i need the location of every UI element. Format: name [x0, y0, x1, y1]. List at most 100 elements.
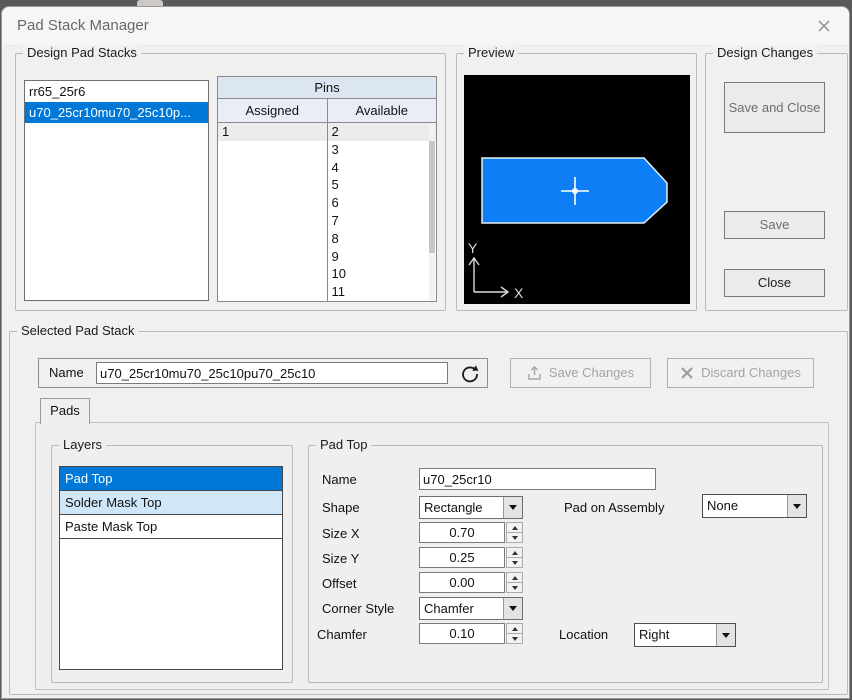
- chevron-down-icon[interactable]: [503, 598, 522, 619]
- size-y-stepper[interactable]: 0.25: [419, 547, 523, 568]
- assigned-column-header: Assigned: [218, 99, 328, 122]
- size-x-stepper[interactable]: 0.70: [419, 522, 523, 543]
- shape-value: Rectangle: [420, 497, 503, 518]
- chamfer-value[interactable]: 0.10: [419, 623, 505, 644]
- chevron-down-icon[interactable]: [503, 497, 522, 518]
- corner-style-value: Chamfer: [420, 598, 503, 619]
- save-changes-label: Save Changes: [549, 365, 634, 381]
- available-pins-scrollbar[interactable]: [429, 123, 435, 301]
- design-pad-stacks-label: Design Pad Stacks: [23, 45, 141, 60]
- pins-table-body: 1 2 3 4 5 6 7 8 9 10 11: [218, 123, 436, 302]
- pad-on-assembly-label: Pad on Assembly: [564, 500, 664, 515]
- design-pad-stacks-group: Design Pad Stacks rr65_25r6 u70_25cr10mu…: [15, 53, 446, 311]
- discard-changes-label: Discard Changes: [701, 365, 801, 381]
- design-changes-label: Design Changes: [713, 45, 817, 60]
- pad-stack-manager-dialog: Pad Stack Manager Design Pad Stacks rr65…: [1, 6, 850, 699]
- corner-style-dropdown[interactable]: Chamfer: [419, 597, 523, 620]
- available-pin[interactable]: 6: [328, 194, 437, 212]
- chevron-down-icon[interactable]: [716, 624, 735, 646]
- pad-stack-name-panel: Name: [38, 358, 488, 388]
- size-y-label: Size Y: [322, 551, 359, 566]
- spin-down-icon[interactable]: [506, 583, 523, 593]
- spin-down-icon[interactable]: [506, 533, 523, 543]
- available-pin[interactable]: 9: [328, 248, 437, 266]
- size-x-value[interactable]: 0.70: [419, 522, 505, 543]
- layer-item-solder-mask-top[interactable]: Solder Mask Top: [60, 491, 282, 515]
- available-pin[interactable]: 4: [328, 159, 437, 177]
- spin-up-icon[interactable]: [506, 623, 523, 634]
- list-item-selected[interactable]: u70_25cr10mu70_25c10p...: [25, 102, 208, 123]
- save-button[interactable]: Save: [724, 211, 825, 239]
- pad-preview-drawing: Y X: [464, 75, 690, 304]
- title-bar: Pad Stack Manager: [2, 7, 849, 46]
- shape-label: Shape: [322, 500, 360, 515]
- tab-pads[interactable]: Pads: [40, 398, 90, 424]
- pad-on-assembly-dropdown[interactable]: None: [702, 494, 807, 518]
- available-pin[interactable]: 8: [328, 230, 437, 248]
- discard-changes-button[interactable]: Discard Changes: [667, 358, 814, 388]
- pins-table-title: Pins: [218, 77, 436, 99]
- pins-table-header: Assigned Available: [218, 99, 436, 123]
- offset-label: Offset: [322, 576, 356, 591]
- upload-icon: [527, 365, 542, 381]
- offset-value[interactable]: 0.00: [419, 572, 505, 593]
- spin-down-icon[interactable]: [506, 558, 523, 568]
- pad-name-input[interactable]: [419, 468, 656, 490]
- selected-pad-stack-group: Selected Pad Stack Name: [9, 331, 848, 695]
- location-label: Location: [559, 627, 608, 642]
- name-label: Name: [49, 365, 84, 380]
- pad-on-assembly-value: None: [703, 495, 787, 517]
- size-x-label: Size X: [322, 526, 360, 541]
- pad-top-group: Pad Top Name Shape Rectangle Pad on Asse…: [308, 445, 823, 683]
- layers-list[interactable]: Pad Top Solder Mask Top Paste Mask Top: [59, 466, 283, 670]
- selected-pad-stack-label: Selected Pad Stack: [17, 323, 138, 338]
- location-dropdown[interactable]: Right: [634, 623, 736, 647]
- available-pin[interactable]: 5: [328, 176, 437, 194]
- close-button-group[interactable]: Close: [724, 269, 825, 297]
- save-changes-button[interactable]: Save Changes: [510, 358, 651, 388]
- refresh-button[interactable]: [459, 363, 481, 385]
- available-pins-column: 2 3 4 5 6 7 8 9 10 11: [328, 123, 437, 302]
- chamfer-label: Chamfer: [317, 627, 367, 642]
- available-pin[interactable]: 10: [328, 265, 437, 283]
- pad-stack-name-input[interactable]: [96, 362, 448, 384]
- spin-down-icon[interactable]: [506, 634, 523, 644]
- available-pin[interactable]: 3: [328, 141, 437, 159]
- offset-stepper[interactable]: 0.00: [419, 572, 523, 593]
- location-value: Right: [635, 624, 716, 646]
- pads-tab-panel: Layers Pad Top Solder Mask Top Paste Mas…: [35, 422, 829, 690]
- pad-preview-canvas: Y X: [464, 75, 690, 304]
- scrollbar-thumb[interactable]: [429, 141, 435, 253]
- window-title: Pad Stack Manager: [17, 17, 149, 34]
- spin-up-icon[interactable]: [506, 522, 523, 533]
- close-icon: [813, 15, 835, 37]
- preview-group: Preview Y X: [456, 53, 697, 311]
- design-changes-group: Design Changes Save and Close Save Close: [705, 53, 848, 311]
- spin-up-icon[interactable]: [506, 547, 523, 558]
- refresh-icon: [459, 363, 481, 385]
- pad-name-label: Name: [322, 472, 357, 487]
- available-pin[interactable]: 7: [328, 212, 437, 230]
- layer-item-paste-mask-top[interactable]: Paste Mask Top: [60, 515, 282, 539]
- pad-stack-list[interactable]: rr65_25r6 u70_25cr10mu70_25c10p...: [24, 80, 209, 301]
- chevron-down-icon[interactable]: [787, 495, 806, 517]
- available-pin[interactable]: 2: [328, 123, 437, 141]
- available-column-header: Available: [328, 99, 437, 122]
- pad-top-label: Pad Top: [316, 437, 371, 452]
- save-and-close-button[interactable]: Save and Close: [724, 82, 825, 133]
- axis-indicator-icon: [469, 258, 508, 297]
- close-button[interactable]: [813, 15, 835, 37]
- x-icon: [680, 366, 694, 380]
- chamfer-stepper[interactable]: 0.10: [419, 623, 523, 644]
- y-axis-label: Y: [468, 240, 478, 256]
- layers-label: Layers: [59, 437, 106, 452]
- available-pin[interactable]: 11: [328, 283, 437, 301]
- shape-dropdown[interactable]: Rectangle: [419, 496, 523, 519]
- spin-up-icon[interactable]: [506, 572, 523, 583]
- list-item[interactable]: rr65_25r6: [25, 81, 208, 102]
- layer-item-pad-top[interactable]: Pad Top: [60, 467, 282, 491]
- size-y-value[interactable]: 0.25: [419, 547, 505, 568]
- preview-label: Preview: [464, 45, 518, 60]
- pins-table: Pins Assigned Available 1 2 3 4 5 6 7 8 …: [217, 76, 437, 302]
- assigned-pin[interactable]: 1: [218, 123, 327, 141]
